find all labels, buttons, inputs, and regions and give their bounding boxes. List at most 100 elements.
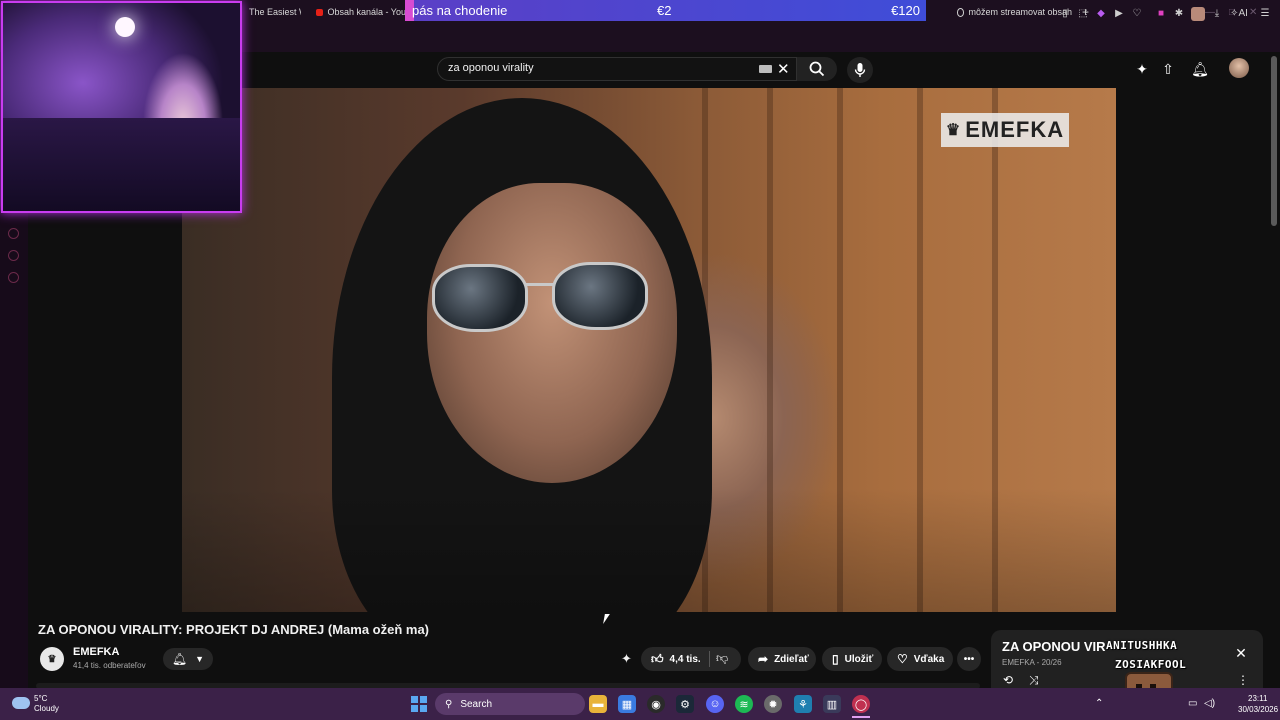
shield-icon[interactable]: ◆	[1095, 8, 1107, 20]
microphone-icon	[854, 63, 866, 77]
upload-icon[interactable]: ⇧	[1159, 60, 1177, 78]
stream-alert-name-2: ZOSIAKFOOL	[1115, 658, 1187, 671]
crown-icon: ♛	[945, 122, 962, 139]
search-input[interactable]: za oponou virality	[448, 62, 534, 74]
browser-tab[interactable]: The Easiest W	[249, 4, 301, 20]
file-explorer-icon[interactable]: ▬	[589, 695, 607, 713]
shuffle-icon[interactable]: ⤨	[1029, 673, 1039, 688]
video-title: ZA OPONOU VIRALITY: PROJEKT DJ ANDREJ (M…	[38, 622, 430, 637]
save-button[interactable]: ▯ Uložiť	[822, 647, 882, 671]
playlist-title[interactable]: ZA OPONOU VIR	[1002, 639, 1106, 654]
heart-icon[interactable]: ♡	[1131, 8, 1143, 20]
channel-name[interactable]: EMEFKA	[73, 646, 119, 658]
thumbs-up-icon[interactable]: 👍︎	[651, 652, 664, 667]
video-side-gutter	[1116, 88, 1270, 612]
taskbar-search[interactable]: ⚲ Search	[435, 693, 585, 715]
chevron-down-icon: ▼	[195, 654, 205, 664]
streamdeck-icon[interactable]: ▥	[823, 695, 841, 713]
menu-icon[interactable]: ☰	[1259, 8, 1271, 20]
browser-tab[interactable]: môžem streamovat obsah	[957, 4, 1072, 20]
tray-overflow-icon[interactable]: ⌃	[1095, 698, 1103, 709]
settings-gear-icon[interactable]: ✹	[764, 695, 782, 713]
donation-current: €2	[657, 3, 672, 18]
play-icon[interactable]: ▶	[1113, 8, 1125, 20]
like-count[interactable]: 4,4 tis.	[670, 654, 701, 665]
windows-taskbar	[0, 688, 1280, 720]
sidebar-clock-icon[interactable]	[8, 228, 19, 239]
keyboard-icon[interactable]	[759, 65, 772, 73]
donation-goal-bar: pás na chodenie €2 €120	[405, 0, 926, 21]
sunglasses-left-lens	[432, 264, 528, 332]
thanks-button[interactable]: ♡ Vďaka	[887, 647, 953, 671]
page-scrollbar[interactable]	[1271, 56, 1277, 226]
browser-app-icon[interactable]: ◯	[852, 695, 870, 713]
taskbar-time[interactable]: 23:11	[1248, 694, 1267, 703]
subscribed-bell-button[interactable]: 🔔︎ ▼	[163, 648, 213, 670]
tab-label: Obsah kanála - You	[327, 7, 406, 17]
face	[427, 183, 677, 483]
steam-icon[interactable]: ⚙	[676, 695, 694, 713]
channel-watermark: ♛ EMEFKA	[941, 113, 1069, 147]
more-horizontal-icon: •••	[963, 653, 975, 665]
more-actions-button[interactable]: •••	[957, 647, 981, 671]
extension-icon[interactable]: ■	[1155, 8, 1167, 20]
weather-description[interactable]: Cloudy	[34, 704, 59, 713]
notifications-bell-icon[interactable]: 🔔︎	[1191, 60, 1209, 78]
weather-temperature[interactable]: 5°C	[34, 694, 47, 703]
share-icon: ➦	[758, 652, 769, 666]
sidebar-settings-icon[interactable]	[8, 272, 19, 283]
video-player[interactable]	[182, 88, 1116, 612]
bell-icon: 🔔︎	[171, 652, 188, 666]
search-button[interactable]	[797, 57, 837, 81]
windows-start-icon[interactable]	[411, 696, 427, 712]
profile-icon[interactable]	[1191, 7, 1205, 21]
like-divider	[709, 651, 710, 667]
thanks-heart-icon: ♡	[897, 652, 908, 666]
sunglasses-bridge	[525, 283, 555, 286]
download-icon[interactable]: ⤓	[1211, 8, 1223, 20]
spotify-icon[interactable]: ≋	[735, 695, 753, 713]
mouse-cursor	[603, 614, 610, 624]
taskbar-date[interactable]: 30/03/2026	[1238, 705, 1278, 714]
volume-icon[interactable]: ◁)	[1204, 698, 1215, 709]
sidebar-history-icon[interactable]	[8, 250, 19, 261]
webcam-overlay	[1, 1, 242, 213]
subscriber-count: 41,4 tis. odberateľov	[73, 661, 146, 670]
close-icon[interactable]: ✕	[1249, 7, 1257, 18]
tab-label: The Easiest W	[249, 7, 301, 17]
browser-tab[interactable]: Obsah kanála - You	[316, 4, 406, 20]
playlist-meta: EMEFKA - 20/26	[1002, 658, 1062, 667]
gemini-icon[interactable]: ✦	[1133, 60, 1151, 78]
cloud-icon[interactable]	[12, 697, 30, 709]
save-bookmark-icon: ▯	[832, 652, 839, 666]
close-playlist-icon[interactable]: ✕	[1233, 645, 1249, 661]
obs-icon[interactable]: ◉	[647, 695, 665, 713]
share-button[interactable]: ➦ Zdieľať	[748, 647, 816, 671]
globe-icon	[957, 7, 965, 17]
tab-label: môžem streamovat obsah	[968, 7, 1072, 17]
stream-alert-name-1: ANITUSHHKA	[1106, 639, 1178, 652]
sunglasses-right-lens	[552, 262, 648, 330]
search-icon: ⚲	[445, 698, 453, 710]
screenshot-icon[interactable]: ⬚	[1077, 8, 1089, 20]
loop-icon[interactable]: ⟲	[1003, 673, 1013, 687]
donation-target: €120	[891, 3, 920, 18]
clear-search-icon[interactable]: ✕	[777, 60, 790, 78]
youtube-icon	[316, 8, 324, 16]
network-icon[interactable]: ▭	[1188, 698, 1197, 709]
active-app-indicator	[852, 716, 870, 718]
app-launcher-icon[interactable]: ⚘	[794, 695, 812, 713]
user-avatar[interactable]	[1229, 58, 1249, 78]
more-vertical-icon[interactable]: ⋮	[1237, 673, 1249, 687]
ring-light	[115, 17, 135, 37]
search-icon	[809, 61, 825, 77]
discord-icon[interactable]: ☺	[706, 695, 724, 713]
channel-avatar[interactable]: ♛	[40, 647, 64, 671]
store-icon[interactable]: ▦	[618, 695, 636, 713]
ask-ai-icon[interactable]: ✦	[621, 651, 632, 667]
ai-icon[interactable]: ✧AI	[1229, 8, 1249, 20]
puzzle-icon[interactable]: ✱	[1173, 8, 1185, 20]
bookmark-icon[interactable]: ▯	[1059, 8, 1071, 20]
thumbs-down-icon[interactable]: 👎︎	[716, 651, 728, 666]
voice-search-button[interactable]	[847, 57, 873, 83]
